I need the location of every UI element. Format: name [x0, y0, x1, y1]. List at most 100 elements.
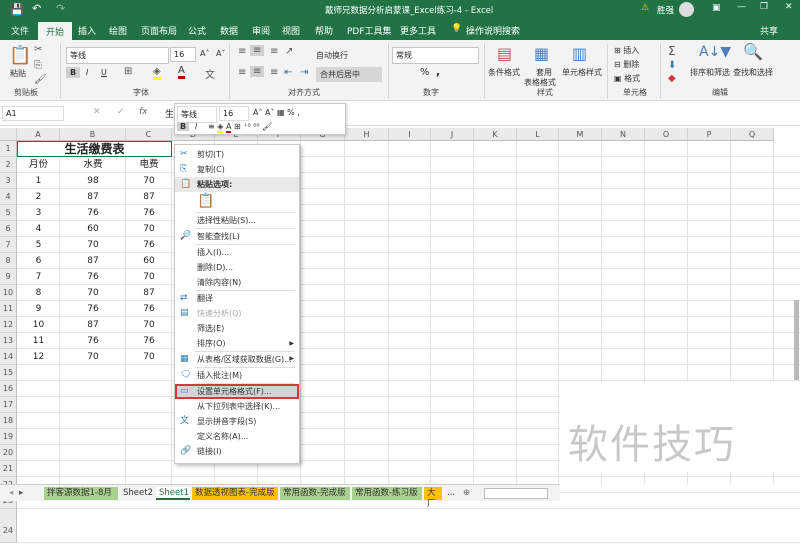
data-cell[interactable]: 76: [126, 205, 172, 221]
avatar[interactable]: [679, 2, 694, 17]
cell-styles-button[interactable]: 单元格样式: [562, 67, 602, 78]
column-header[interactable]: J: [431, 128, 474, 141]
tab-view[interactable]: 视图: [282, 24, 300, 37]
data-cell[interactable]: 60: [60, 221, 126, 237]
data-cell[interactable]: 8: [17, 285, 60, 301]
restore-icon[interactable]: ❐: [760, 2, 768, 12]
paste-option-icon[interactable]: 📋: [197, 193, 214, 209]
data-cell[interactable]: 76: [126, 333, 172, 349]
menu-item-link[interactable]: 🔗 链接(I): [175, 444, 299, 459]
tab-draw[interactable]: 绘图: [109, 24, 127, 37]
font-name-select[interactable]: 等线: [66, 47, 169, 64]
more-sheets[interactable]: ...: [444, 487, 458, 500]
menu-item-item[interactable]: 从下拉列表中选择(K)...: [175, 399, 299, 414]
italic-button[interactable]: I: [86, 68, 88, 77]
format-painter-icon[interactable]: 🖌: [34, 74, 47, 85]
row-header[interactable]: 15: [0, 365, 17, 381]
row-header[interactable]: 19: [0, 429, 17, 445]
column-header[interactable]: A: [17, 128, 60, 141]
redo-icon[interactable]: ↷: [56, 2, 65, 15]
align-center-icon[interactable]: ≡: [250, 66, 265, 77]
decrease-font-icon[interactable]: A˅: [216, 49, 225, 58]
data-cell[interactable]: 9: [17, 301, 60, 317]
insert-cells-button[interactable]: ⊞ 插入: [614, 45, 639, 56]
menu-item-item[interactable]: 排序(O) ▶: [175, 336, 299, 362]
save-icon[interactable]: 💾: [10, 3, 24, 16]
sheet-tab[interactable]: 大厂: [424, 487, 442, 509]
data-cell[interactable]: 70: [126, 269, 172, 285]
row-header[interactable]: 1: [0, 141, 17, 157]
row-header[interactable]: 24: [0, 509, 17, 543]
row-header[interactable]: 4: [0, 189, 17, 205]
orientation-icon[interactable]: ↗: [285, 46, 293, 57]
tab-insert[interactable]: 插入: [78, 24, 96, 37]
find-icon[interactable]: 🔍: [743, 42, 763, 61]
data-cell[interactable]: 76: [126, 237, 172, 253]
increase-indent-icon[interactable]: ⇥: [300, 67, 308, 78]
find-select-button[interactable]: 查找和选择: [733, 67, 773, 78]
align-left-icon[interactable]: ≡: [238, 67, 246, 78]
row-header[interactable]: 14: [0, 349, 17, 365]
number-format-select[interactable]: 常规: [392, 47, 479, 64]
column-header[interactable]: I: [389, 128, 431, 141]
share-button[interactable]: 共享: [760, 24, 778, 37]
align-top-icon[interactable]: ≡: [238, 46, 246, 57]
mini-format-icons[interactable]: ≡ ◈ A ⊞ ⁺⁰ ⁰⁰ 🖌: [208, 122, 272, 133]
paste-button[interactable]: 粘贴: [10, 68, 26, 79]
menu-item-table[interactable]: ▦ 从表格/区域获取数据(G)...: [175, 352, 299, 367]
menu-item-translate[interactable]: ⇄ 翻译: [175, 291, 299, 306]
menu-item-item[interactable]: 定义名称(A)...: [175, 429, 299, 444]
column-header[interactable]: B: [60, 128, 126, 141]
data-cell[interactable]: 3: [17, 205, 60, 221]
menu-item-paste[interactable]: 📋 粘贴选项:: [175, 177, 299, 192]
tab-file[interactable]: 文件: [11, 24, 29, 37]
format-cells-button[interactable]: ▣ 格式: [614, 73, 640, 84]
enter-icon[interactable]: ✓: [117, 107, 125, 117]
font-color-icon[interactable]: A: [178, 65, 185, 79]
row-header[interactable]: 13: [0, 333, 17, 349]
data-cell[interactable]: 10: [17, 317, 60, 333]
horizontal-scrollbar[interactable]: [484, 488, 548, 499]
decrease-indent-icon[interactable]: ⇤: [284, 67, 292, 78]
close-icon[interactable]: ✕: [785, 2, 793, 12]
align-middle-icon[interactable]: ≡: [250, 45, 265, 56]
data-cell[interactable]: 12: [17, 349, 60, 365]
sheet-title-cell[interactable]: 生活缴费表: [17, 141, 172, 157]
data-cell[interactable]: 87: [60, 253, 126, 269]
data-cell[interactable]: 2: [17, 189, 60, 205]
sheet-tab[interactable]: Sheet2: [120, 487, 154, 500]
column-header[interactable]: M: [559, 128, 602, 141]
row-header[interactable]: 17: [0, 397, 17, 413]
align-right-icon[interactable]: ≡: [270, 67, 278, 78]
menu-item-copy[interactable]: ⎘ 复制(C): [175, 162, 299, 177]
insert-function-button[interactable]: fx: [139, 107, 148, 117]
data-cell[interactable]: 11: [17, 333, 60, 349]
row-header[interactable]: 6: [0, 221, 17, 237]
row-header[interactable]: 18: [0, 413, 17, 429]
delete-cells-button[interactable]: ⊟ 删除: [614, 59, 639, 70]
row-header[interactable]: 16: [0, 381, 17, 397]
tab-home[interactable]: 开始: [38, 22, 73, 40]
font-size-select[interactable]: 16: [170, 47, 196, 62]
comma-button[interactable]: ,: [436, 65, 440, 78]
data-cell[interactable]: 4: [17, 221, 60, 237]
mini-font-select[interactable]: 等线: [177, 106, 217, 123]
data-cell[interactable]: 70: [126, 317, 172, 333]
autosum-icon[interactable]: Σ: [668, 44, 676, 58]
column-header[interactable]: L: [517, 128, 559, 141]
add-sheet-icon[interactable]: ⊕: [460, 487, 473, 500]
conditional-format-icon[interactable]: ▤: [497, 44, 512, 63]
menu-item-item[interactable]: 删除(D)...: [175, 260, 299, 275]
sheet-tab[interactable]: 常用函数-完成版: [280, 487, 350, 500]
row-header[interactable]: 11: [0, 301, 17, 317]
tab-review[interactable]: 审阅: [252, 24, 270, 37]
mini-italic-button[interactable]: I: [195, 122, 197, 131]
column-header[interactable]: H: [345, 128, 389, 141]
tab-more-tools[interactable]: 更多工具: [400, 24, 436, 37]
row-header[interactable]: 8: [0, 253, 17, 269]
menu-item-item[interactable]: 清除内容(N): [175, 275, 299, 290]
percent-button[interactable]: %: [420, 67, 430, 78]
data-cell[interactable]: 76: [126, 301, 172, 317]
data-cell[interactable]: 76: [60, 333, 126, 349]
menu-item-item[interactable]: 插入(I)...: [175, 245, 299, 260]
